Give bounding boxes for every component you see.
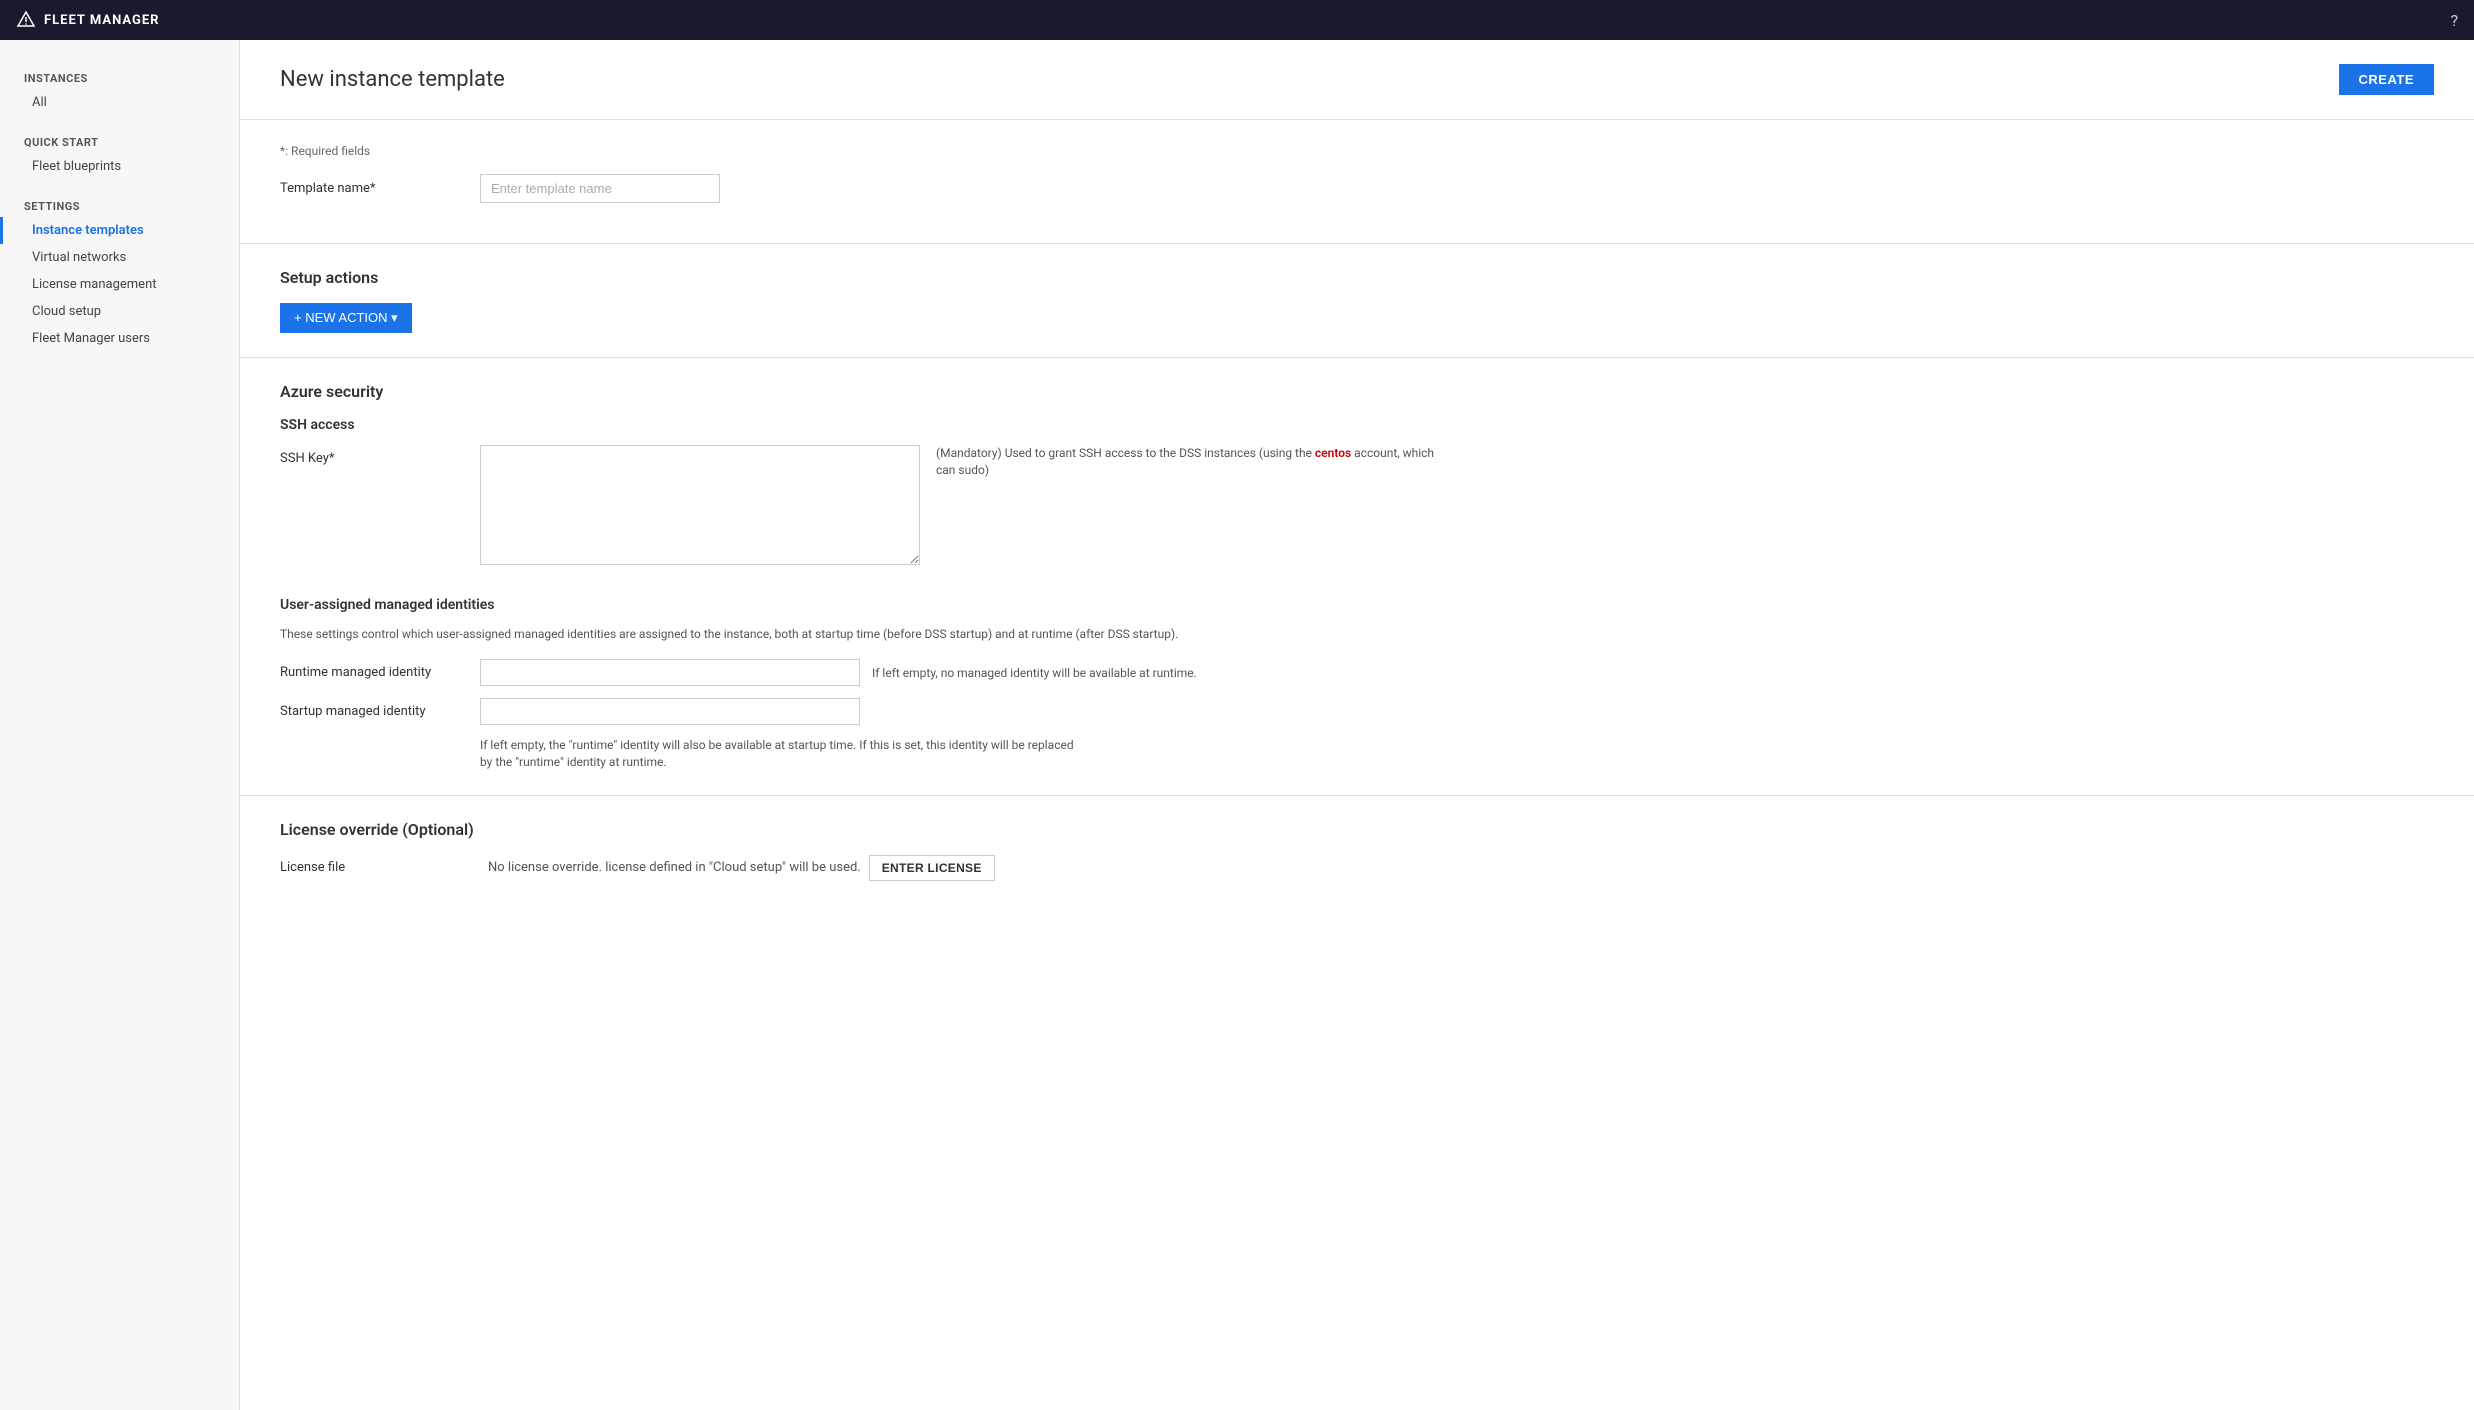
sidebar-item-virtual-networks[interactable]: Virtual networks <box>0 244 239 271</box>
setup-actions-section: Setup actions + NEW ACTION ▾ <box>240 243 2474 357</box>
ssh-key-input[interactable] <box>480 445 920 565</box>
sidebar-section-quickstart: QUICK START Fleet blueprints <box>0 128 239 180</box>
managed-identities-section: User-assigned managed identities These s… <box>280 597 2434 771</box>
required-note: *: Required fields <box>280 144 2434 158</box>
setup-actions-heading: Setup actions <box>280 268 2434 287</box>
no-license-text: No license override. license defined in … <box>488 860 861 875</box>
template-name-row: Template name* <box>280 174 2434 203</box>
template-name-label: Template name* <box>280 181 480 196</box>
ssh-hint-pre: (Mandatory) Used to grant SSH access to … <box>936 446 1315 460</box>
top-nav: FLEET MANAGER ? <box>0 0 2474 40</box>
runtime-identity-input[interactable] <box>480 659 860 686</box>
sidebar-section-instances: INSTANCES All <box>0 64 239 116</box>
main-content: New instance template CREATE *: Required… <box>240 40 2474 1410</box>
enter-license-button[interactable]: ENTER LICENSE <box>869 855 995 881</box>
help-icon[interactable]: ? <box>2450 11 2458 30</box>
azure-security-section: Azure security SSH access SSH Key* (Mand… <box>240 357 2474 795</box>
page-title: New instance template <box>280 67 505 92</box>
app-brand: FLEET MANAGER <box>16 10 160 30</box>
template-name-input[interactable] <box>480 174 720 203</box>
app-name: FLEET MANAGER <box>44 13 160 28</box>
startup-identity-label: Startup managed identity <box>280 704 480 719</box>
license-file-label: License file <box>280 860 480 875</box>
ssh-key-label: SSH Key* <box>280 445 480 466</box>
sidebar-item-license-management[interactable]: License management <box>0 271 239 298</box>
ssh-key-row: SSH Key* (Mandatory) Used to grant SSH a… <box>280 445 2434 565</box>
page-header: New instance template CREATE <box>240 40 2474 120</box>
create-button[interactable]: CREATE <box>2339 64 2434 95</box>
sidebar-item-fleet-blueprints[interactable]: Fleet blueprints <box>0 153 239 180</box>
startup-identity-input[interactable] <box>480 698 860 725</box>
managed-identities-heading: User-assigned managed identities <box>280 597 2434 613</box>
runtime-identity-label: Runtime managed identity <box>280 665 480 680</box>
sidebar: INSTANCES All QUICK START Fleet blueprin… <box>0 40 240 1410</box>
sidebar-section-title-quickstart: QUICK START <box>0 128 239 153</box>
sidebar-section-settings: SETTINGS Instance templates Virtual netw… <box>0 192 239 352</box>
main-layout: INSTANCES All QUICK START Fleet blueprin… <box>0 40 2474 1410</box>
license-file-row: License file No license override. licens… <box>280 855 2434 881</box>
template-name-section: *: Required fields Template name* <box>240 120 2474 243</box>
runtime-identity-row: Runtime managed identity If left empty, … <box>280 659 2434 686</box>
managed-identities-description: These settings control which user-assign… <box>280 625 2434 643</box>
app-logo-icon <box>16 10 36 30</box>
sidebar-section-title-instances: INSTANCES <box>0 64 239 89</box>
ssh-access-heading: SSH access <box>280 417 2434 433</box>
runtime-identity-hint: If left empty, no managed identity will … <box>872 666 1197 680</box>
sidebar-section-title-settings: SETTINGS <box>0 192 239 217</box>
license-override-heading: License override (Optional) <box>280 820 2434 839</box>
startup-identity-row: Startup managed identity <box>280 698 2434 725</box>
license-override-section: License override (Optional) License file… <box>240 795 2474 905</box>
new-action-button[interactable]: + NEW ACTION ▾ <box>280 303 412 333</box>
sidebar-item-fleet-manager-users[interactable]: Fleet Manager users <box>0 325 239 352</box>
azure-security-heading: Azure security <box>280 382 2434 401</box>
ssh-hint-account: centos <box>1315 446 1351 460</box>
startup-identity-hint: If left empty, the "runtime" identity wi… <box>480 737 1080 771</box>
sidebar-item-instance-templates[interactable]: Instance templates <box>0 217 239 244</box>
sidebar-item-cloud-setup[interactable]: Cloud setup <box>0 298 239 325</box>
sidebar-item-all[interactable]: All <box>0 89 239 116</box>
ssh-key-hint: (Mandatory) Used to grant SSH access to … <box>936 445 1436 479</box>
